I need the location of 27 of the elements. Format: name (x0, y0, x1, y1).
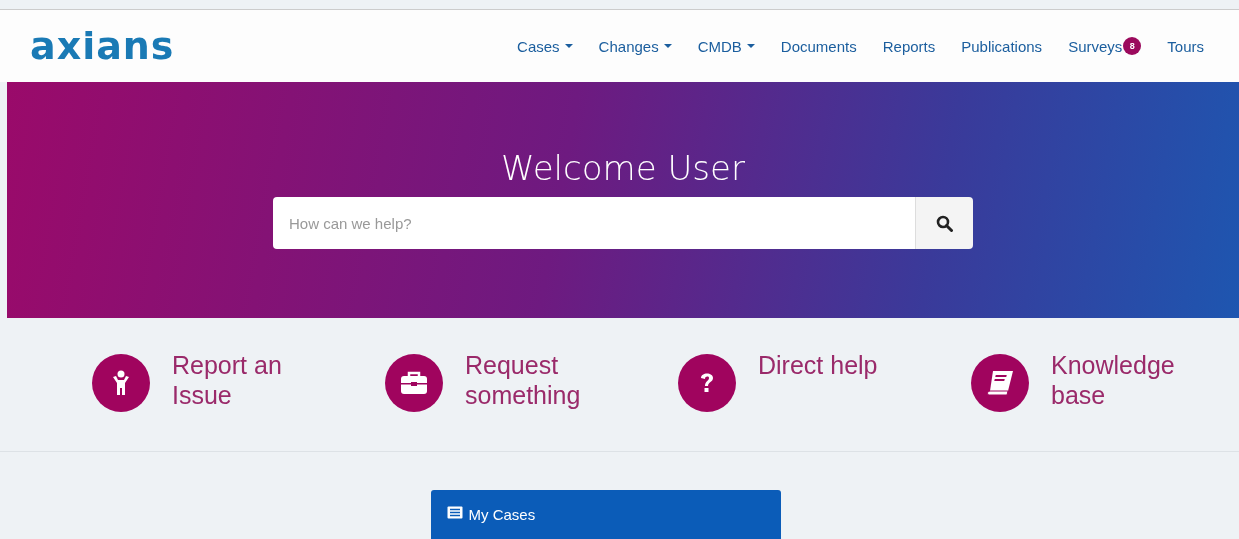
panel-title: My Cases (468, 506, 536, 523)
search-icon (936, 214, 953, 232)
caret-icon (564, 44, 573, 48)
nav-link[interactable]: Surveys 8 (1055, 33, 1155, 59)
action-link[interactable]: Request something (385, 350, 678, 451)
search-field[interactable]: How can we help? (273, 197, 915, 250)
nav-link[interactable]: Publications (948, 33, 1056, 59)
nav-link[interactable]: Changes (585, 33, 685, 59)
briefcase-icon (400, 371, 428, 395)
list-icon (446, 506, 463, 519)
nav-link[interactable]: Reports (869, 33, 949, 59)
action-link[interactable]: Knowledge base (971, 350, 1239, 451)
nav-link[interactable]: Documents (767, 33, 870, 59)
caret-icon (746, 44, 755, 48)
action-link[interactable]: Direct help (678, 350, 971, 451)
action-link[interactable]: Report an Issue (92, 350, 385, 451)
nav-link[interactable]: Tours (1154, 33, 1217, 59)
book-icon (986, 370, 1014, 396)
caret-icon (663, 44, 672, 48)
count-badge: 8 (1123, 37, 1142, 55)
person-icon (112, 370, 130, 396)
welcome-title: Welcome User (501, 150, 745, 188)
question-mark-icon (699, 371, 715, 395)
search-button[interactable] (915, 197, 973, 250)
nav-link[interactable]: CMDB (684, 33, 768, 59)
nav-link[interactable]: Cases (504, 33, 586, 59)
logo[interactable]: axians (30, 27, 175, 65)
